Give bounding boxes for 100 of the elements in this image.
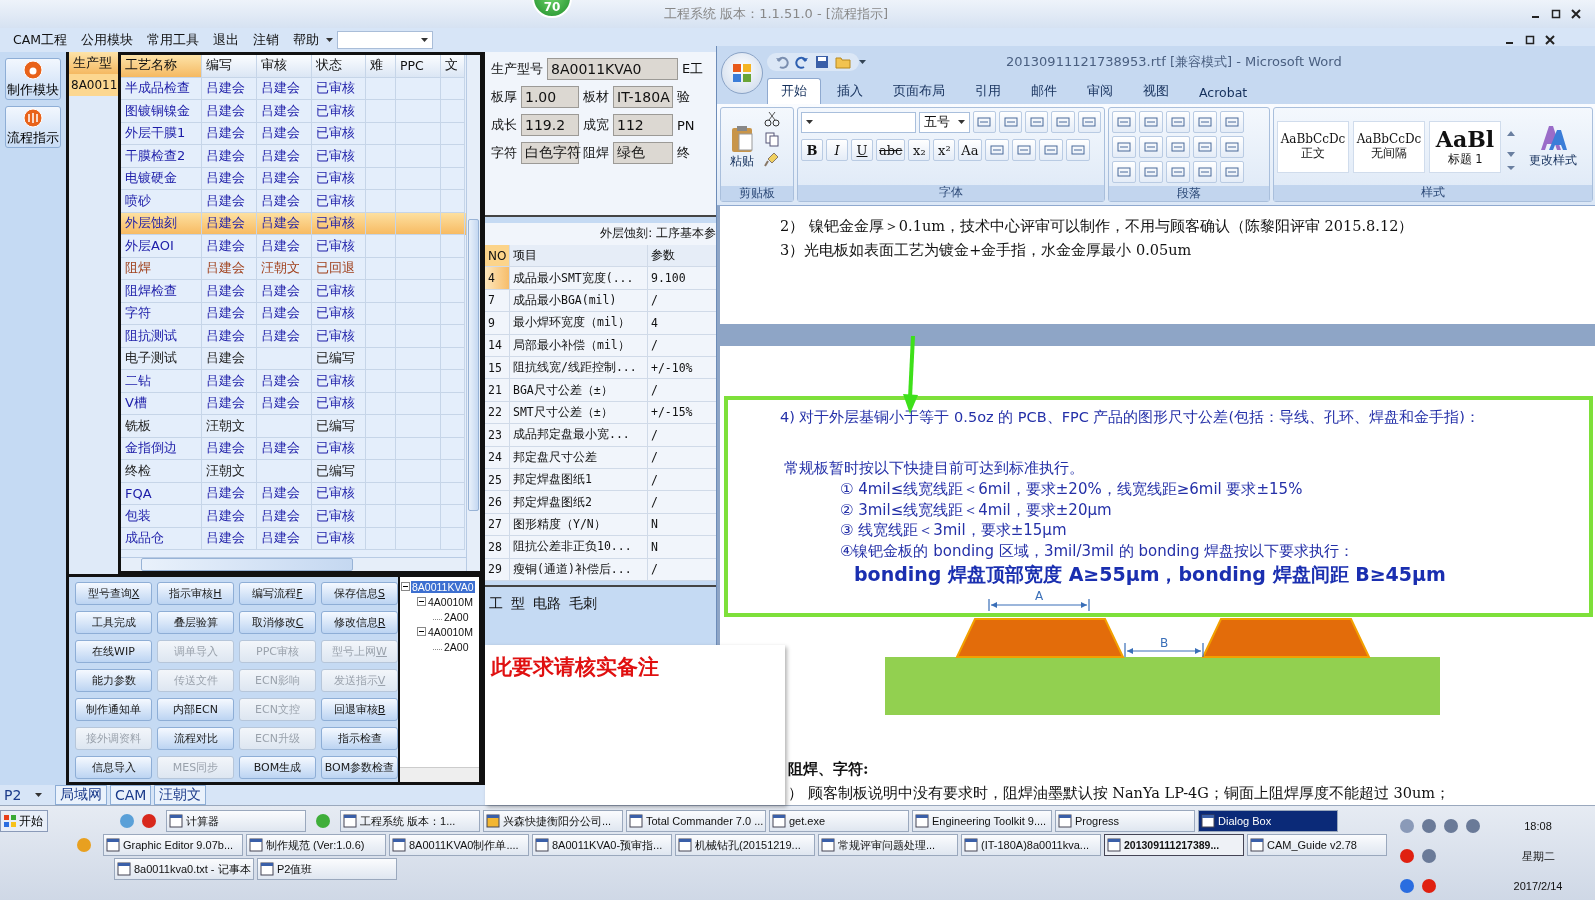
action-button[interactable]: 能力参数 (75, 669, 152, 692)
dropdown-field[interactable]: P2 (4, 787, 52, 803)
format-button[interactable]: Aa (958, 139, 982, 161)
column-header[interactable]: 项目 (510, 244, 648, 268)
action-button[interactable]: 制作通知单 (75, 698, 152, 721)
input-field[interactable]: 绿色 (613, 142, 673, 164)
input-field[interactable]: 1.00 (521, 86, 579, 108)
table-row[interactable]: 二钻 吕建会 吕建会 已审核 (121, 370, 466, 393)
tree-item[interactable]: 4A0010M (427, 625, 474, 638)
taskbar-button[interactable]: 8A0011KVA0-预审指... (532, 834, 672, 856)
table-cell[interactable]: 28 (485, 536, 510, 559)
table-row[interactable]: 外层干膜1 吕建会 吕建会 已审核 (121, 122, 466, 145)
taskbar-button[interactable]: 8a0011kva0.txt - 记事本 (114, 858, 254, 880)
action-button[interactable]: 叠层验算 (157, 611, 234, 634)
ribbon-tab[interactable]: 插入 (823, 78, 877, 104)
action-button[interactable]: 保存信息S (321, 582, 398, 605)
table-row[interactable]: 终检 汪朝文 已编写 (121, 460, 466, 483)
table-row[interactable]: 阻抗测试 吕建会 吕建会 已审核 (121, 325, 466, 348)
table-row[interactable]: 干膜检查2 吕建会 吕建会 已审核 (121, 145, 466, 168)
column-header[interactable]: 工艺名称 (121, 55, 202, 78)
taskbar-button[interactable]: 机械钻孔(20151219... (675, 834, 815, 856)
font-size-field[interactable]: 五号 (919, 111, 970, 133)
table-row[interactable]: 成品仓 吕建会 吕建会 已审核 (121, 527, 466, 550)
action-button[interactable]: 在线WIP (75, 640, 152, 663)
table-cell[interactable]: 23 (485, 424, 510, 447)
table-row[interactable]: 图镀铜镍金 吕建会 吕建会 已审核 (121, 100, 466, 123)
taskbar-button[interactable]: Engineering Toolkit 9.... (912, 810, 1052, 832)
ribbon-tab[interactable]: Acrobat (1185, 80, 1262, 104)
column-header[interactable]: 编写 (202, 55, 257, 78)
menu-item[interactable]: 公用模块 (74, 31, 141, 49)
action-button[interactable]: 修改信息R (321, 611, 398, 634)
format-button[interactable]: x² (933, 139, 956, 161)
table-row[interactable]: 外层蚀刻 吕建会 吕建会 已审核 (121, 212, 466, 235)
input-field[interactable]: IT-180A (613, 86, 673, 108)
taskbar-button[interactable]: 工程系统 版本：1... (340, 810, 480, 832)
start-button[interactable]: 开始 (0, 810, 48, 832)
tree-item[interactable]: 8A0011KVA0 (411, 580, 475, 593)
taskbar-button[interactable]: 8A0011KVA0制作单.... (389, 834, 529, 856)
table-row[interactable]: 包装 吕建会 吕建会 已审核 (121, 505, 466, 528)
ribbon-tab[interactable]: 引用 (961, 78, 1015, 104)
ribbon-tab[interactable]: 页面布局 (879, 78, 959, 104)
table-cell[interactable]: 4 (485, 267, 510, 290)
taskbar-button[interactable]: (IT-180A)8a0011kva... (961, 834, 1101, 856)
status-tab[interactable]: CAM (110, 785, 152, 805)
table-cell[interactable]: 9 (485, 312, 510, 335)
table-row[interactable]: 阻焊检查 吕建会 吕建会 已审核 (121, 280, 466, 303)
input-field[interactable]: 119.2 (521, 114, 579, 136)
column-header[interactable]: PPC (396, 55, 441, 78)
table-row[interactable]: 金指倒边 吕建会 吕建会 已审核 (121, 437, 466, 460)
table-cell[interactable]: 7 (485, 289, 510, 313)
style-preset[interactable]: AaBl 标题 1 (1429, 120, 1501, 173)
format-button[interactable]: abc (876, 139, 906, 161)
column-header[interactable]: 参数 (648, 244, 718, 268)
column-header[interactable]: 文 (441, 55, 465, 78)
menu-item[interactable]: 注销 (246, 31, 287, 49)
action-button[interactable]: BOM生成 (239, 756, 316, 779)
action-button[interactable]: 流程对比 (157, 727, 234, 750)
input-field[interactable]: 白色字符 (521, 142, 579, 164)
table-row[interactable]: 字符 吕建会 吕建会 已审核 (121, 302, 466, 325)
table-row[interactable]: 电镀硬金 吕建会 吕建会 已审核 (121, 167, 466, 190)
column-header[interactable]: NO (485, 244, 510, 268)
table-row[interactable]: V槽 吕建会 吕建会 已审核 (121, 392, 466, 415)
table-cell[interactable]: 27 (485, 513, 510, 537)
table-cell[interactable]: 24 (485, 446, 510, 469)
input-field[interactable]: 8A0011KVA0 (547, 58, 678, 80)
taskbar-button[interactable]: 制作规范 (Ver:1.0.6) (246, 834, 386, 856)
menu-item[interactable]: 退出 (206, 31, 247, 49)
menu-item[interactable]: CAM工程 (6, 31, 75, 49)
change-styles-button[interactable]: 更改样式 (1521, 116, 1585, 177)
action-button[interactable]: 信息导入 (75, 756, 152, 779)
taskbar-button[interactable]: Progress (1055, 810, 1195, 832)
table-cell[interactable]: 15 (485, 356, 510, 380)
status-tab[interactable]: 局域网 (55, 785, 107, 805)
table-row[interactable]: 阻焊 吕建会 汪朝文 已回退 (121, 257, 466, 280)
ribbon-tab[interactable]: 审阅 (1073, 78, 1127, 104)
action-button[interactable]: 取消修改C (239, 611, 316, 634)
taskbar-button[interactable]: 201309111217389... (1104, 834, 1244, 856)
action-button[interactable]: 指示审核H (157, 582, 234, 605)
module-button[interactable]: 制作模块 (5, 58, 61, 100)
taskbar-button[interactable]: 兴森快捷衡阳分公司... (483, 810, 623, 832)
taskbar-button[interactable]: CAM_Guide v2.78 (1247, 834, 1387, 856)
module-button[interactable]: 流程指示 (5, 106, 61, 148)
table-row[interactable]: 半成品检查 吕建会 吕建会 已审核 (121, 77, 466, 100)
tree-item[interactable]: 2A00 (443, 640, 470, 653)
taskbar-button[interactable]: Graphic Editor 9.07b... (103, 834, 243, 856)
taskbar-button[interactable]: Total Commander 7.0 ... (626, 810, 766, 832)
column-header[interactable]: 审核 (257, 55, 312, 78)
menu-item[interactable]: 帮助 (286, 31, 327, 49)
style-preset[interactable]: AaBbCcDc 正文 (1277, 120, 1349, 173)
taskbar-button[interactable]: Dialog Box (1198, 810, 1338, 832)
action-button[interactable]: 指示检查 (321, 727, 398, 750)
table-cell[interactable]: 22 (485, 401, 510, 425)
action-button[interactable]: 工具完成 (75, 611, 152, 634)
action-button[interactable]: 型号查询X (75, 582, 152, 605)
table-row[interactable]: 外层AOI 吕建会 吕建会 已审核 (121, 235, 466, 258)
table-cell[interactable]: 14 (485, 334, 510, 357)
table-row[interactable]: FQA 吕建会 吕建会 已审核 (121, 482, 466, 505)
table-cell[interactable]: 25 (485, 468, 510, 492)
taskbar-button[interactable]: get.exe (769, 810, 909, 832)
format-button[interactable]: I (826, 139, 848, 161)
